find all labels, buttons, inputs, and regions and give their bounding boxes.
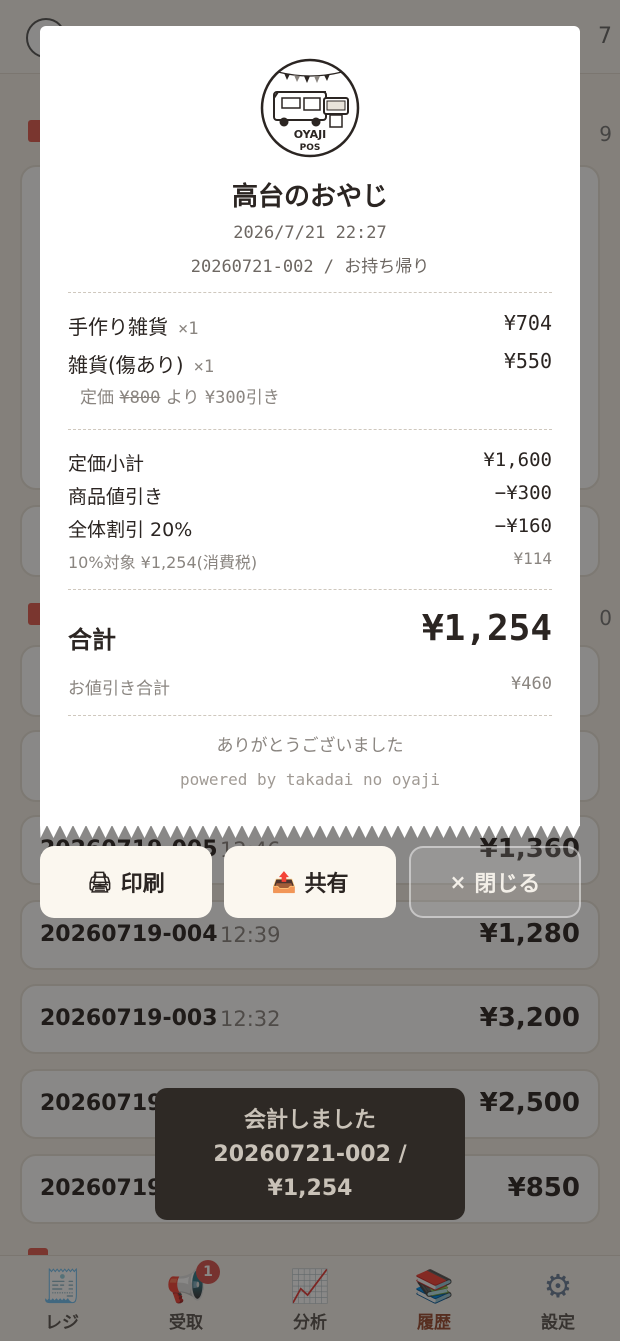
receipt-datetime: 2026/7/21 22:27 xyxy=(233,223,387,243)
share-label: 共有 xyxy=(304,872,349,897)
close-icon: × xyxy=(449,870,467,894)
subtotal-value: ¥1,600 xyxy=(483,449,552,471)
discount-total-label: お値引き合計 xyxy=(68,679,170,699)
toast-line-1: 会計しました xyxy=(243,1108,376,1133)
overall-discount-value: −¥160 xyxy=(494,515,552,537)
divider xyxy=(68,429,552,430)
print-button[interactable]: 🖨 印刷 xyxy=(40,846,212,918)
shop-name: 高台のおやじ xyxy=(231,182,388,212)
divider xyxy=(68,715,552,716)
close-label: 閉じる xyxy=(474,872,541,897)
shop-logo: OYAJI POS xyxy=(260,58,360,158)
total-value: ¥1,254 xyxy=(421,608,552,649)
svg-text:POS: POS xyxy=(300,143,321,153)
overall-discount-label: 全体割引 20% xyxy=(68,519,193,541)
original-price: ¥800 xyxy=(119,388,161,408)
overall-discount-row: 全体割引 20% −¥160 xyxy=(68,515,552,541)
discount-amount: ¥300引き xyxy=(204,388,280,408)
share-button[interactable]: 📤 共有 xyxy=(224,846,396,918)
item-qty: ×1 xyxy=(178,319,199,339)
item-price: ¥550 xyxy=(503,349,552,373)
printer-icon: 🖨 xyxy=(87,870,113,894)
discount-middle: より xyxy=(165,388,200,408)
item-discount-row: 商品値引き −¥300 xyxy=(68,482,552,508)
thank-you-message: ありがとうございました xyxy=(216,736,404,756)
toast-line-2: 20260721-002 / xyxy=(213,1142,407,1167)
discount-total-value: ¥460 xyxy=(511,674,552,694)
powered-by: powered by takadai no oyaji xyxy=(179,770,441,789)
divider xyxy=(68,589,552,590)
item-discount-note: 定価 ¥800 より ¥300引き xyxy=(80,383,280,408)
line-item: 雑貨(傷あり) ×1 ¥550 xyxy=(68,349,552,377)
receipt-tear-edge xyxy=(40,825,580,838)
share-icon: 📤 xyxy=(271,870,297,894)
item-name: 手作り雑貨 xyxy=(68,315,168,339)
discount-total-row: お値引き合計 ¥460 xyxy=(68,674,552,700)
toast-notification: 会計しました 20260721-002 / ¥1,254 xyxy=(155,1088,465,1220)
divider xyxy=(68,292,552,293)
item-discount-label: 商品値引き xyxy=(68,486,164,508)
item-discount-value: −¥300 xyxy=(494,482,552,504)
tax-row: 10%対象 ¥1,254(消費税) ¥114 xyxy=(68,549,552,575)
line-item: 手作り雑貨 ×1 ¥704 xyxy=(68,311,552,339)
item-qty: ×1 xyxy=(193,357,215,377)
order-number: 20260721-002 / お持ち帰り xyxy=(190,257,430,277)
close-button[interactable]: × 閉じる xyxy=(409,846,581,918)
subtotal-label: 定価小計 xyxy=(68,453,145,475)
receipt-modal: OYAJI POS 高台のおやじ 2026/7/21 22:27 2026072… xyxy=(40,26,580,826)
toast-line-3: ¥1,254 xyxy=(267,1176,353,1201)
print-label: 印刷 xyxy=(120,872,165,897)
total-label: 合計 xyxy=(68,626,116,654)
tax-label: 10%対象 ¥1,254(消費税) xyxy=(68,553,258,572)
subtotal-row: 定価小計 ¥1,600 xyxy=(68,449,552,475)
item-price: ¥704 xyxy=(503,311,552,335)
logo-text: OYAJI xyxy=(294,128,327,141)
tax-value: ¥114 xyxy=(513,549,552,568)
discount-prefix: 定価 xyxy=(80,388,114,408)
item-name: 雑貨(傷あり) xyxy=(68,353,184,377)
